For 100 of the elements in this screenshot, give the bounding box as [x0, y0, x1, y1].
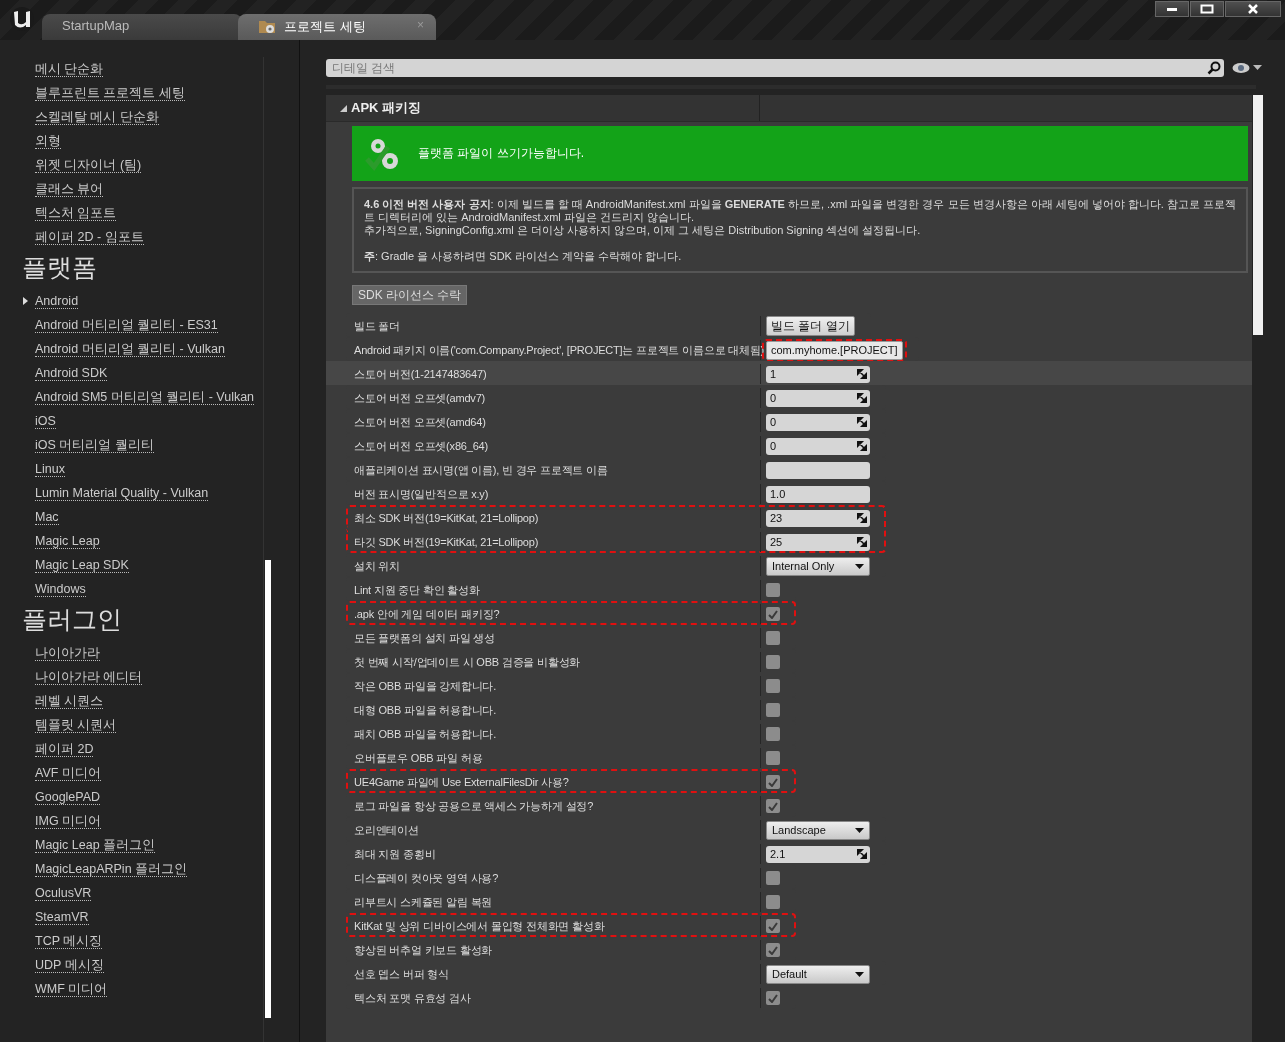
settings-link[interactable]: 외형: [35, 133, 61, 149]
settings-link[interactable]: 페이퍼 2D: [35, 741, 94, 757]
minimize-button[interactable]: [1155, 1, 1189, 17]
section-heading: 플랫폼: [22, 252, 98, 283]
dropdown[interactable]: Internal Only: [766, 556, 870, 576]
settings-link[interactable]: GooglePAD: [35, 789, 101, 805]
accept-license-button[interactable]: SDK 라이선스 수락: [352, 285, 468, 305]
settings-link[interactable]: WMF 미디어: [35, 981, 108, 997]
text-field[interactable]: [766, 461, 870, 479]
checkbox[interactable]: [766, 919, 780, 933]
close-button[interactable]: [1225, 1, 1281, 17]
settings-link[interactable]: Android: [35, 293, 79, 309]
settings-link[interactable]: 블루프린트 프로젝트 세팅: [35, 85, 185, 101]
tab[interactable]: 프로젝트 세팅 ×: [238, 14, 436, 40]
setting-label: 대형 OBB 파일을 허용합니다.: [348, 700, 761, 720]
settings-link[interactable]: 텍스처 임포트: [35, 205, 117, 221]
notice-text: 주: Gradle 을 사용하려면 SDK 라이선스 계약을 수락해야 합니다.: [364, 250, 683, 263]
setting-label: 스토어 버전 오프셋(amd64): [348, 412, 761, 432]
settings-link[interactable]: 나이아가라 에디터: [35, 669, 143, 685]
checkbox[interactable]: [766, 991, 780, 1005]
number-field[interactable]: 23: [766, 509, 870, 527]
number-field[interactable]: 0: [766, 389, 870, 407]
number-field[interactable]: 0: [766, 437, 870, 455]
settings-link[interactable]: Android 머티리얼 퀄리티 - ES31: [35, 317, 218, 333]
scrollbar-thumb[interactable]: [1253, 95, 1263, 335]
view-options-button[interactable]: [1232, 62, 1262, 74]
checkbox[interactable]: [766, 583, 780, 597]
settings-link[interactable]: Linux: [35, 461, 65, 477]
checkbox[interactable]: [766, 679, 780, 693]
settings-link[interactable]: MagicLeapARPin 플러그인: [35, 861, 188, 877]
settings-link[interactable]: 페이퍼 2D - 임포트: [35, 229, 144, 245]
settings-link[interactable]: UDP 메시징: [35, 957, 104, 973]
settings-link[interactable]: 템플릿 시퀀서: [35, 717, 117, 733]
resize-arrow-icon: [857, 441, 867, 451]
settings-link[interactable]: AVF 미디어: [35, 765, 101, 781]
settings-link[interactable]: 메시 단순화: [35, 61, 104, 77]
settings-link[interactable]: 나이아가라: [35, 645, 100, 661]
resize-arrow-icon: [857, 513, 867, 523]
setting-label: 오버플로우 OBB 파일 허용: [348, 748, 761, 768]
setting-label: 오리엔테이션: [348, 820, 761, 840]
settings-link[interactable]: SteamVR: [35, 909, 89, 925]
checkbox[interactable]: [766, 727, 780, 741]
category-header[interactable]: APK 패키징: [326, 95, 1252, 122]
number-field[interactable]: 25: [766, 533, 870, 551]
caret-icon: [1253, 65, 1262, 71]
number-field[interactable]: 2.1: [766, 845, 870, 863]
resize-arrow-icon: [857, 849, 867, 859]
checkbox[interactable]: [766, 799, 780, 813]
notice-text: 추가적으로, SigningConfig.xml 은 더이상 사용하지 않으며, 이제 그 세팅은 Distribution Signing 섹션에 설정됩니다.: [364, 224, 922, 237]
banner-text: 플랫폼 파일이 쓰기가능합니다.: [418, 145, 584, 162]
check-icon: [768, 801, 778, 811]
checkbox[interactable]: [766, 895, 780, 909]
settings-link[interactable]: Magic Leap SDK: [35, 557, 129, 573]
settings-link[interactable]: Android 머티리얼 퀄리티 - Vulkan: [35, 341, 225, 357]
settings-link[interactable]: iOS: [35, 413, 56, 429]
close-icon: [1246, 4, 1260, 14]
checkbox[interactable]: [766, 775, 780, 789]
collapse-arrow-icon: [340, 104, 347, 112]
setting-label: 작은 OBB 파일을 강제합니다.: [348, 676, 761, 696]
settings-link[interactable]: Android SM5 머티리얼 퀄리티 - Vulkan: [35, 389, 255, 405]
settings-link[interactable]: Lumin Material Quality - Vulkan: [35, 485, 209, 501]
checkbox[interactable]: [766, 631, 780, 645]
checkbox[interactable]: [766, 703, 780, 717]
eye-icon: [1232, 62, 1250, 74]
settings-link[interactable]: 스켈레탈 메시 단순화: [35, 109, 159, 125]
setting-label: 스토어 버전 오프셋(amdv7): [348, 388, 761, 408]
settings-link[interactable]: OculusVR: [35, 885, 92, 901]
setting-label: 스토어 버전(1-2147483647): [328, 364, 761, 384]
setting-label: 향상된 버추얼 키보드 활성화: [348, 940, 761, 960]
settings-link[interactable]: Android SDK: [35, 365, 108, 381]
checkbox[interactable]: [766, 943, 780, 957]
tab[interactable]: StartupMap: [42, 14, 242, 40]
settings-link[interactable]: 클래스 뷰어: [35, 181, 104, 197]
number-field[interactable]: 0: [766, 413, 870, 431]
text-field[interactable]: 1.0: [766, 485, 870, 503]
checkbox[interactable]: [766, 751, 780, 765]
search-field[interactable]: 디테일 검색: [326, 59, 1224, 77]
settings-link[interactable]: Magic Leap: [35, 533, 100, 549]
settings-link[interactable]: iOS 머티리얼 퀄리티: [35, 437, 154, 453]
settings-link[interactable]: IMG 미디어: [35, 813, 102, 829]
settings-link[interactable]: Mac: [35, 509, 59, 525]
dropdown[interactable]: Default: [766, 964, 870, 984]
checkbox[interactable]: [766, 607, 780, 621]
setting-label: 설치 위치: [348, 556, 761, 576]
dropdown[interactable]: Landscape: [766, 820, 870, 840]
checkbox[interactable]: [766, 655, 780, 669]
number-field[interactable]: 1: [766, 365, 870, 383]
settings-link[interactable]: Magic Leap 플러그인: [35, 837, 156, 853]
settings-link[interactable]: 위젯 디자이너 (팀): [35, 157, 142, 173]
maximize-button[interactable]: [1190, 1, 1224, 17]
settings-link[interactable]: Windows: [35, 581, 86, 597]
settings-link[interactable]: TCP 메시징: [35, 933, 103, 949]
text-field[interactable]: com.myhome.[PROJECT]: [766, 340, 903, 360]
resize-arrow-icon: [857, 417, 867, 427]
settings-link[interactable]: 레벨 시퀀스: [35, 693, 104, 709]
open-folder-button[interactable]: 빌드 폴더 열기: [766, 316, 855, 336]
check-icon: [768, 609, 778, 619]
checkbox[interactable]: [766, 871, 780, 885]
setting-label: 애플리케이션 표시명(앱 이름), 빈 경우 프로젝트 이름: [348, 460, 761, 480]
scrollbar-thumb[interactable]: [265, 560, 271, 1018]
